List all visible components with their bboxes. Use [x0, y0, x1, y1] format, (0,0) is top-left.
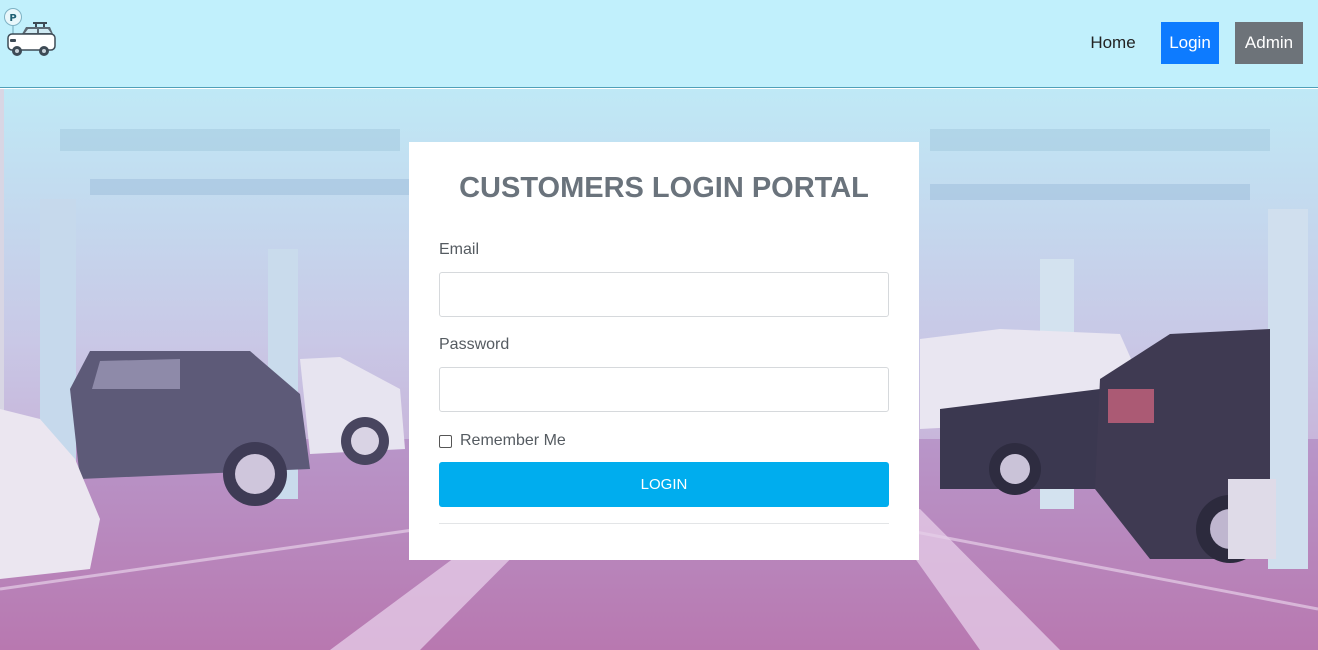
- svg-text:P: P: [9, 13, 16, 24]
- page-title: CUSTOMERS LOGIN PORTAL: [459, 172, 869, 204]
- divider: [439, 523, 889, 524]
- nav-admin-button[interactable]: Admin: [1235, 22, 1303, 64]
- remember-me-label: Remember Me: [460, 432, 566, 449]
- password-label: Password: [439, 336, 510, 353]
- password-field[interactable]: [439, 367, 889, 412]
- email-field[interactable]: [439, 272, 889, 317]
- nav-login-button[interactable]: Login: [1161, 22, 1219, 64]
- login-button[interactable]: LOGIN: [439, 462, 889, 507]
- remember-me-checkbox[interactable]: [439, 434, 452, 448]
- parking-car-icon[interactable]: P: [2, 6, 58, 60]
- login-card: CUSTOMERS LOGIN PORTAL Email Password Re…: [409, 142, 919, 560]
- nav-home-link[interactable]: Home: [1082, 22, 1144, 64]
- top-navbar: P Home Login Admin: [0, 0, 1318, 88]
- email-label: Email: [439, 241, 480, 258]
- remember-me-option[interactable]: Remember Me: [439, 431, 566, 451]
